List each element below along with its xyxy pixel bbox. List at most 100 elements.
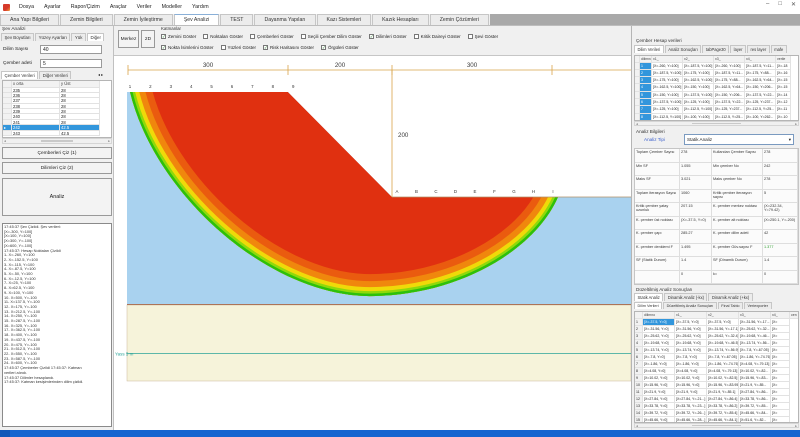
grid-cell[interactable]: [X= xyxy=(771,410,790,417)
analysis-type-dropdown[interactable]: Statik Analiz ▾ xyxy=(684,134,794,145)
grid-cell[interactable]: [X=-137.5, Y=100] xyxy=(683,92,714,99)
grid-cell[interactable]: [X=-37.5, Y=0] xyxy=(643,319,675,326)
grid-cell[interactable]: [X=15.96, Y=-83... xyxy=(739,375,771,382)
table-row[interactable]: 1[X=-260, Y=100][X=-187.5, Y=100][X=-260… xyxy=(635,63,798,70)
menu-dosya[interactable]: Dosya xyxy=(14,4,39,10)
grid-cell[interactable]: [X=-112.5, Y=100] xyxy=(652,114,683,121)
tab-zemin-i-yile-tirme[interactable]: Zemin İyileştirme xyxy=(114,14,173,25)
grid-cell[interactable]: [X=-125, Y=237... xyxy=(714,106,745,113)
grid-cell[interactable]: [X=33.78, Y=-23...] xyxy=(675,403,707,410)
grid-row-header[interactable]: 13 xyxy=(635,403,643,410)
grid-cell[interactable]: [X=15.96, Y=0] xyxy=(643,382,675,389)
grid-cell[interactable]: [X=-187.5, Y=11... xyxy=(745,63,776,70)
grid-cell[interactable]: [X= xyxy=(771,368,790,375)
grid-row-header[interactable]: 9 xyxy=(635,375,643,382)
table-row[interactable]: 1[X=-37.5, Y=0][X=-37.5, Y=0][X=-37.5, Y… xyxy=(635,319,798,326)
sidebar-grid-hscrollbar[interactable]: ◂▸ xyxy=(2,138,112,144)
grid-cell[interactable]: [X=4.08, Y=0] xyxy=(675,368,707,375)
grid-cell[interactable]: [X=27.84, Y=-86... xyxy=(739,389,771,396)
checkbox-rg-leri-g-ster[interactable]: ✓Örgüleri Göster xyxy=(321,45,359,50)
table-row[interactable]: 8[X=-112.5, Y=100][X=-100, Y=100][X=-112… xyxy=(635,114,798,121)
tab-di-er[interactable]: Diğer xyxy=(87,33,105,41)
grid-cell[interactable]: [X=27.84, Y=-86.4] xyxy=(707,396,739,403)
checkbox-emberleri-g-ster[interactable]: Çemberleri Göster xyxy=(250,34,294,39)
checkbox-kritik-daireyi-g-ster[interactable]: Kritik Daireyi Göster xyxy=(414,34,461,39)
grid-cell[interactable]: [X= xyxy=(771,354,790,361)
checkbox-risk-haritas-n-g-ster[interactable]: ✓Risk Haritasını Göster xyxy=(263,45,314,50)
grid-cell[interactable]: [X=-25.62, Y=-32... xyxy=(739,326,771,333)
grid-cell[interactable]: [X=-31.56, Y=-17.1] xyxy=(707,326,739,333)
grid2-hscrollbar[interactable]: ◂▸ xyxy=(634,423,799,428)
tab-tabpage30[interactable]: tabPage30 xyxy=(702,45,729,53)
grid-cell[interactable]: [X=-112.5, Y=25... xyxy=(745,106,776,113)
grid-cell[interactable]: 3 xyxy=(640,77,652,84)
grid-cell[interactable]: [X=-31.56, Y=-17... xyxy=(739,319,771,326)
grid-cell[interactable]: [X=-125, Y=100] xyxy=(652,106,683,113)
grid-row-header[interactable]: 5 xyxy=(635,347,643,354)
menu-modeller[interactable]: Modeller xyxy=(157,4,187,10)
table-row[interactable]: 4[X=-162.5, Y=100][X=-150, Y=100][X=-162… xyxy=(635,84,798,91)
grid-cell[interactable]: [X=-31.56, Y=0] xyxy=(675,326,707,333)
tab-zemin-z-mleri[interactable]: Zemin Çözümleri xyxy=(430,14,489,25)
grid-cell[interactable]: [X= xyxy=(771,326,790,333)
grid-cell[interactable]: 243 xyxy=(12,131,60,136)
grid-cell[interactable]: [X=-37.5, Y=0] xyxy=(675,319,707,326)
grid-cell[interactable]: [X=-1.86, Y=0] xyxy=(643,361,675,368)
grid-cell[interactable]: [X=-150, Y=206... xyxy=(745,84,776,91)
tab-layer[interactable]: layer xyxy=(730,45,746,53)
grid-cell[interactable]: [X=4.08, Y=-79.13] xyxy=(707,368,739,375)
grid-cell[interactable]: [X=39.72, Y=0] xyxy=(643,410,675,417)
grid-cell[interactable]: [X=-137.5, Y=100] xyxy=(652,99,683,106)
grid-cell[interactable]: [X=10.02, Y=-82... xyxy=(739,368,771,375)
grid-cell[interactable]: [X=-260, Y=100] xyxy=(652,63,683,70)
grid-cell[interactable]: [X= xyxy=(771,375,790,382)
grid-cell[interactable]: [X=-25.62, Y=0] xyxy=(643,333,675,340)
grid-row-header[interactable]: 4 xyxy=(635,340,643,347)
grid-cell[interactable]: [X=27.84, Y=0] xyxy=(643,396,675,403)
tab-dinamik-analiz-kx[interactable]: Dinamik Analiz (-kx) xyxy=(664,293,707,301)
tab-dilim-verileri[interactable]: Dilim Verileri xyxy=(634,302,662,309)
tab-dilim-verileri[interactable]: Dilim Verileri xyxy=(634,45,664,53)
grid-cell[interactable]: [X=-10 xyxy=(776,114,791,121)
grid-cell[interactable]: [X=-100, Y=100] xyxy=(683,114,714,121)
grid-cell[interactable]: 1 xyxy=(640,63,652,70)
grid-cell[interactable]: [X=-25.62, Y=-32.4] xyxy=(707,333,739,340)
grid-cell[interactable]: [X=45.66, Y=-84... xyxy=(739,410,771,417)
checkbox-dilimleri-g-ster[interactable]: ✓Dilimleri Göster xyxy=(369,34,407,39)
menu-ayarlar[interactable]: Ayarlar xyxy=(39,4,66,10)
grid-cell[interactable]: [X=-13.74, Y=0] xyxy=(675,347,707,354)
close-icon[interactable]: ✕ xyxy=(791,1,796,8)
grid-row-header[interactable]: 10 xyxy=(635,382,643,389)
grid-cell[interactable]: [X=-137.5, Y=22... xyxy=(745,92,776,99)
grid-cell[interactable]: [X=4.08, Y=-79.13] xyxy=(739,361,771,368)
table-row[interactable]: 4[X=-19.68, Y=0][X=-19.68, Y=0][X=-19.68… xyxy=(635,340,798,347)
table-row[interactable]: 14[X=39.72, Y=0][X=39.72, Y=-26...][X=39… xyxy=(635,410,798,417)
grid-row-header[interactable]: 14 xyxy=(635,410,643,417)
tab-dayanma-yap-lar[interactable]: Dayanma Yapıları xyxy=(254,14,315,25)
grid-cell[interactable]: [X=-125, Y=100] xyxy=(683,99,714,106)
grid-cell[interactable]: 2 xyxy=(640,70,652,77)
grid-cell[interactable]: [X= xyxy=(771,333,790,340)
table-row[interactable]: 2[X=-31.56, Y=0][X=-31.56, Y=0][X=-31.56… xyxy=(635,326,798,333)
draw-circles-button[interactable]: Çemberleri Çiz (1) xyxy=(2,147,112,159)
grid-cell[interactable]: [X=-12 xyxy=(776,99,791,106)
grid-cell[interactable]: [X=-162.5, Y=64... xyxy=(745,77,776,84)
grid-cell[interactable]: [X=-162.5, Y=64... xyxy=(714,84,745,91)
menu-veriler[interactable]: Veriler xyxy=(132,4,157,10)
grid-cell[interactable]: [X=-13.74, Y=-56.9] xyxy=(707,347,739,354)
slice-count-input[interactable]: 40 xyxy=(40,45,102,54)
grid-cell[interactable]: [X=-112.5, Y=25... xyxy=(714,114,745,121)
tab-d-zeltilmi-analiz-sonu-lar[interactable]: Düzeltilmiş Analiz Sonuçları xyxy=(663,302,717,309)
grid-row-header[interactable]: 8 xyxy=(635,368,643,375)
grid-cell[interactable]: [X=-1.86, Y=-74.76] xyxy=(707,361,739,368)
tab-test[interactable]: TEST xyxy=(220,14,253,25)
grid-cell[interactable]: [X=-14 xyxy=(776,92,791,99)
grid-cell[interactable]: [X=39.72, Y=-85... xyxy=(739,403,771,410)
grid-cell[interactable]: [X=21.9, Y=0] xyxy=(643,389,675,396)
table-row[interactable]: 6[X=-137.5, Y=100][X=-125, Y=100][X=-137… xyxy=(635,99,798,106)
grid-cell[interactable]: [X=21.9, Y=-85... xyxy=(739,382,771,389)
tab-analiz-sonu-lar[interactable]: Analiz Sonuçları xyxy=(665,45,702,53)
tab-kaz-k-hesaplar[interactable]: Kazık Hesapları xyxy=(372,14,429,25)
grid-cell[interactable]: [X=-15 xyxy=(776,77,791,84)
grid-row-header[interactable]: 2 xyxy=(635,326,643,333)
